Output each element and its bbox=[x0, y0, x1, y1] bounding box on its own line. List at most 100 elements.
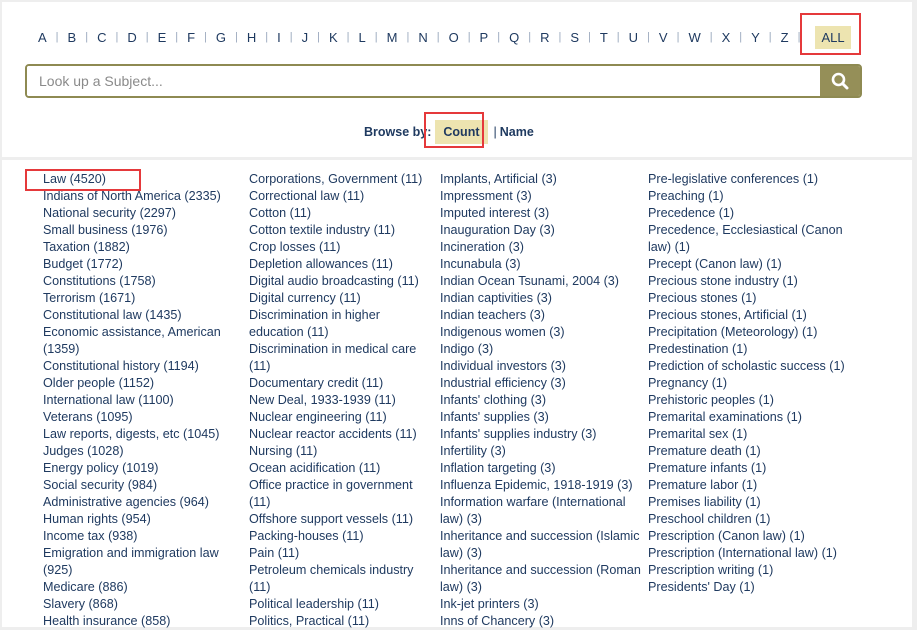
subject-link[interactable]: Social security (984) bbox=[43, 477, 243, 494]
subject-link[interactable]: Premarital sex (1) bbox=[648, 426, 848, 443]
alphabet-letter-c[interactable]: C bbox=[97, 30, 106, 45]
subject-link[interactable]: Indian captivities (3) bbox=[440, 290, 650, 307]
subject-link[interactable]: Prescription (Canon law) (1) bbox=[648, 528, 848, 545]
subject-link[interactable]: Precious stone industry (1) bbox=[648, 273, 848, 290]
subject-link[interactable]: Premature infants (1) bbox=[648, 460, 848, 477]
subject-link[interactable]: Medicare (886) bbox=[43, 579, 243, 596]
subject-link[interactable]: Offshore support vessels (11) bbox=[249, 511, 437, 528]
subject-link[interactable]: Corporations, Government (11) bbox=[249, 171, 437, 188]
subject-link[interactable]: Constitutions (1758) bbox=[43, 273, 243, 290]
subject-link[interactable]: Correctional law (11) bbox=[249, 188, 437, 205]
alphabet-letter-w[interactable]: W bbox=[688, 30, 700, 45]
subject-link[interactable]: Nuclear engineering (11) bbox=[249, 409, 437, 426]
subject-link[interactable]: Prediction of scholastic success (1) bbox=[648, 358, 848, 375]
alphabet-letter-n[interactable]: N bbox=[418, 30, 427, 45]
subject-link[interactable]: Politics, Practical (11) bbox=[249, 613, 437, 630]
subject-link[interactable]: Inauguration Day (3) bbox=[440, 222, 650, 239]
subject-link[interactable]: Ink-jet printers (3) bbox=[440, 596, 650, 613]
subject-search-input[interactable] bbox=[27, 66, 820, 96]
subject-link[interactable]: Indian teachers (3) bbox=[440, 307, 650, 324]
subject-link[interactable]: Influenza Epidemic, 1918-1919 (3) bbox=[440, 477, 650, 494]
subject-link[interactable]: Nursing (11) bbox=[249, 443, 437, 460]
alphabet-letter-r[interactable]: R bbox=[540, 30, 549, 45]
subject-link[interactable]: Preaching (1) bbox=[648, 188, 848, 205]
subject-link[interactable]: Emigration and immigration law (925) bbox=[43, 545, 243, 579]
alphabet-letter-p[interactable]: P bbox=[480, 30, 489, 45]
subject-link[interactable]: Precipitation (Meteorology) (1) bbox=[648, 324, 848, 341]
subject-link[interactable]: Premises liability (1) bbox=[648, 494, 848, 511]
subject-link[interactable]: Political leadership (11) bbox=[249, 596, 437, 613]
alphabet-letter-u[interactable]: U bbox=[629, 30, 638, 45]
subject-link[interactable]: Infants' clothing (3) bbox=[440, 392, 650, 409]
subject-link[interactable]: Infants' supplies (3) bbox=[440, 409, 650, 426]
subject-link[interactable]: Implants, Artificial (3) bbox=[440, 171, 650, 188]
subject-link[interactable]: Imputed interest (3) bbox=[440, 205, 650, 222]
subject-link[interactable]: Precept (Canon law) (1) bbox=[648, 256, 848, 273]
alphabet-letter-q[interactable]: Q bbox=[509, 30, 519, 45]
browse-by-name-option[interactable]: Name bbox=[500, 125, 534, 139]
subject-link[interactable]: Precedence, Ecclesiastical (Canon law) (… bbox=[648, 222, 848, 256]
subject-link[interactable]: Inns of Chancery (3) bbox=[440, 613, 650, 630]
subject-link[interactable]: Law reports, digests, etc (1045) bbox=[43, 426, 243, 443]
subject-link[interactable]: Ocean acidification (11) bbox=[249, 460, 437, 477]
subject-link[interactable]: National security (2297) bbox=[43, 205, 243, 222]
subject-link[interactable]: Information warfare (International law) … bbox=[440, 494, 650, 528]
subject-link[interactable]: Judges (1028) bbox=[43, 443, 243, 460]
subject-link[interactable]: Incunabula (3) bbox=[440, 256, 650, 273]
subject-link[interactable]: Premature labor (1) bbox=[648, 477, 848, 494]
subject-link[interactable]: Petroleum chemicals industry (11) bbox=[249, 562, 437, 596]
subject-link[interactable]: Incineration (3) bbox=[440, 239, 650, 256]
subject-link[interactable]: Presidents' Day (1) bbox=[648, 579, 848, 596]
subject-link[interactable]: Premature death (1) bbox=[648, 443, 848, 460]
subject-link[interactable]: Packing-houses (11) bbox=[249, 528, 437, 545]
subject-link[interactable]: New Deal, 1933-1939 (11) bbox=[249, 392, 437, 409]
subject-link[interactable]: Preschool children (1) bbox=[648, 511, 848, 528]
alphabet-letter-x[interactable]: X bbox=[722, 30, 731, 45]
subject-link[interactable]: Pain (11) bbox=[249, 545, 437, 562]
subject-link[interactable]: Nuclear reactor accidents (11) bbox=[249, 426, 437, 443]
subject-link[interactable]: Cotton textile industry (11) bbox=[249, 222, 437, 239]
alphabet-letter-f[interactable]: F bbox=[187, 30, 195, 45]
alphabet-letter-i[interactable]: I bbox=[277, 30, 281, 45]
subject-link[interactable]: Impressment (3) bbox=[440, 188, 650, 205]
alphabet-letter-b[interactable]: B bbox=[68, 30, 77, 45]
subject-link[interactable]: Precedence (1) bbox=[648, 205, 848, 222]
subject-link[interactable]: Precious stones (1) bbox=[648, 290, 848, 307]
subject-link[interactable]: Pregnancy (1) bbox=[648, 375, 848, 392]
subject-link[interactable]: Energy policy (1019) bbox=[43, 460, 243, 477]
alphabet-letter-a[interactable]: A bbox=[38, 30, 47, 45]
subject-link[interactable]: Individual investors (3) bbox=[440, 358, 650, 375]
alphabet-letter-z[interactable]: Z bbox=[781, 30, 789, 45]
subject-link[interactable]: Office practice in government (11) bbox=[249, 477, 437, 511]
subject-link[interactable]: Digital audio broadcasting (11) bbox=[249, 273, 437, 290]
subject-link[interactable]: Inheritance and succession (Islamic law)… bbox=[440, 528, 650, 562]
subject-link[interactable]: Inflation targeting (3) bbox=[440, 460, 650, 477]
subject-link[interactable]: Precious stones, Artificial (1) bbox=[648, 307, 848, 324]
search-button[interactable] bbox=[820, 66, 860, 96]
alphabet-letter-s[interactable]: S bbox=[570, 30, 579, 45]
subject-link[interactable]: Industrial efficiency (3) bbox=[440, 375, 650, 392]
subject-link[interactable]: Infertility (3) bbox=[440, 443, 650, 460]
alphabet-letter-o[interactable]: O bbox=[449, 30, 459, 45]
alphabet-letter-g[interactable]: G bbox=[216, 30, 226, 45]
subject-link[interactable]: Constitutional history (1194) bbox=[43, 358, 243, 375]
subject-link[interactable]: Premarital examinations (1) bbox=[648, 409, 848, 426]
alphabet-letter-m[interactable]: M bbox=[387, 30, 398, 45]
subject-link[interactable]: Predestination (1) bbox=[648, 341, 848, 358]
subject-link[interactable]: Documentary credit (11) bbox=[249, 375, 437, 392]
subject-link[interactable]: Budget (1772) bbox=[43, 256, 243, 273]
subject-link[interactable]: Prescription (International law) (1) bbox=[648, 545, 848, 562]
alphabet-letter-l[interactable]: L bbox=[359, 30, 366, 45]
subject-link[interactable]: Administrative agencies (964) bbox=[43, 494, 243, 511]
alphabet-letter-j[interactable]: J bbox=[302, 30, 309, 45]
subject-link[interactable]: Small business (1976) bbox=[43, 222, 243, 239]
alphabet-letter-h[interactable]: H bbox=[247, 30, 256, 45]
alphabet-letter-v[interactable]: V bbox=[659, 30, 668, 45]
subject-link[interactable]: Indigenous women (3) bbox=[440, 324, 650, 341]
subject-link[interactable]: Pre-legislative conferences (1) bbox=[648, 171, 848, 188]
subject-link[interactable]: Infants' supplies industry (3) bbox=[440, 426, 650, 443]
subject-link[interactable]: Indian Ocean Tsunami, 2004 (3) bbox=[440, 273, 650, 290]
subject-link[interactable]: Prescription writing (1) bbox=[648, 562, 848, 579]
subject-link[interactable]: Health insurance (858) bbox=[43, 613, 243, 630]
alphabet-letter-t[interactable]: T bbox=[600, 30, 608, 45]
